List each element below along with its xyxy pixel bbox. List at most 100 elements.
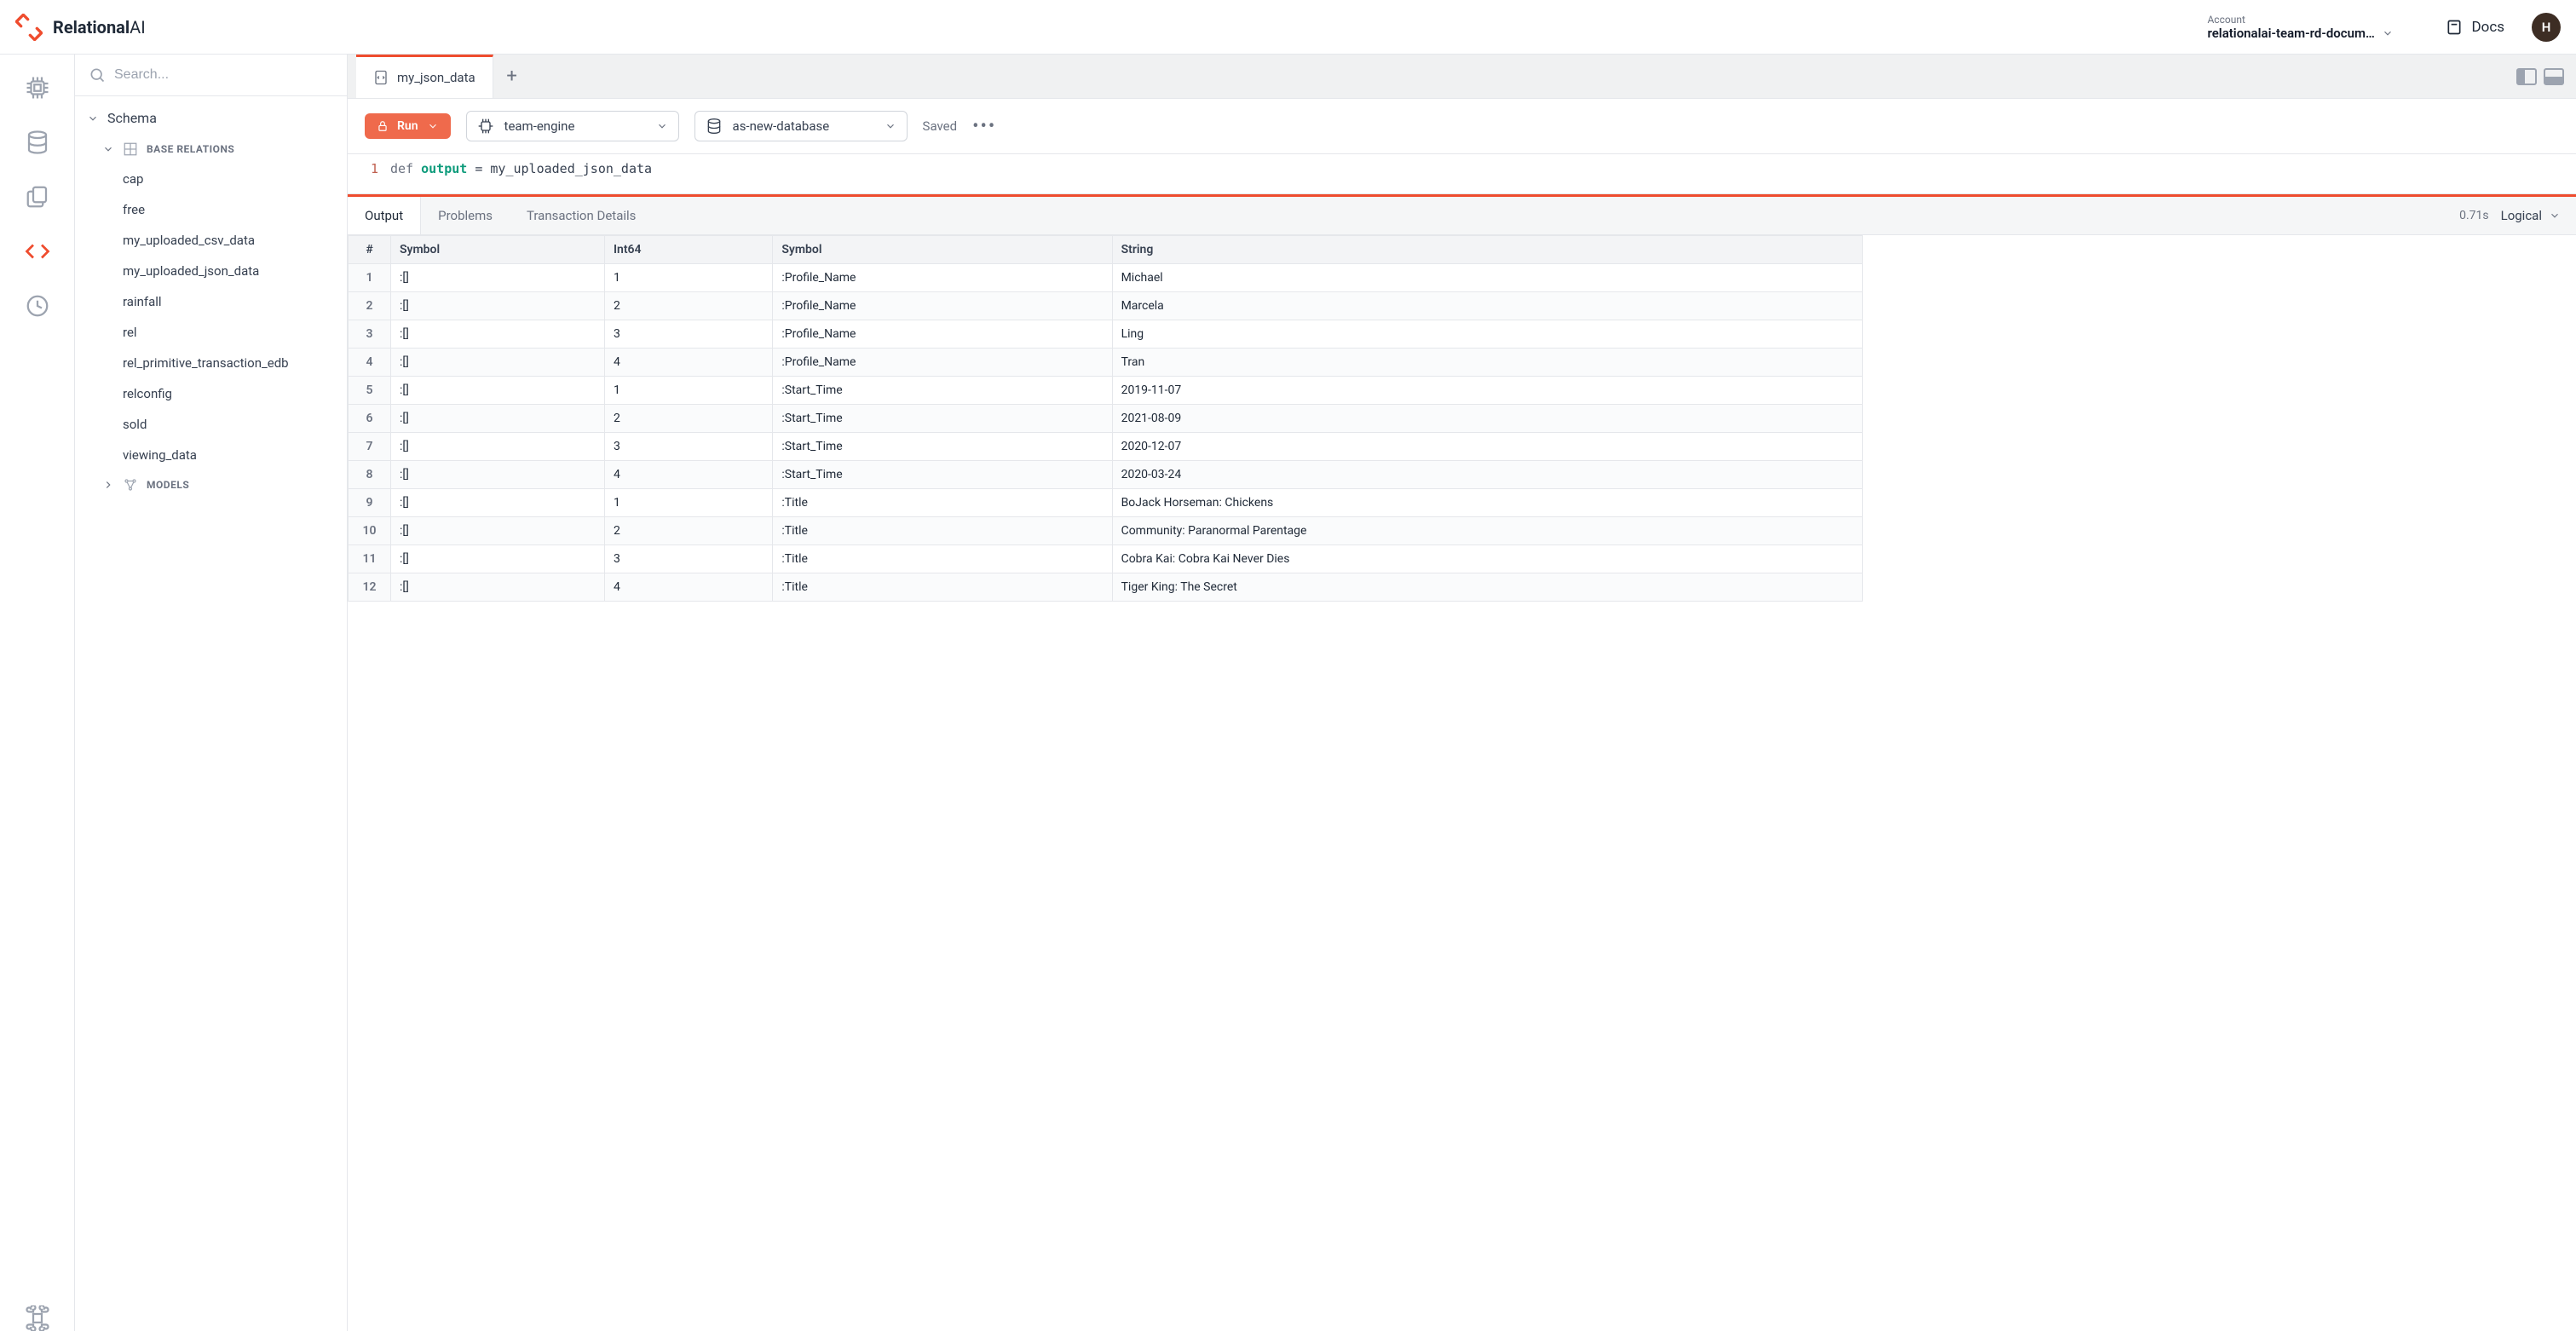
models-label: MODELS xyxy=(147,479,189,491)
code-editor[interactable]: 1 def output = my_uploaded_json_data xyxy=(348,154,2576,194)
table-cell: :Start_Time xyxy=(773,433,1112,461)
table-row[interactable]: 10:[]2:TitleCommunity: Paranormal Parent… xyxy=(349,517,1863,545)
table-cell: :[] xyxy=(391,292,605,320)
table-cell: :Title xyxy=(773,489,1112,517)
models-group[interactable]: MODELS xyxy=(75,470,347,499)
database-selector[interactable]: as-new-database xyxy=(694,111,908,141)
column-header: Int64 xyxy=(605,236,773,264)
table-row[interactable]: 5:[]1:Start_Time2019-11-07 xyxy=(349,377,1863,405)
history-icon[interactable] xyxy=(25,293,50,319)
base-relations-group[interactable]: BASE RELATIONS xyxy=(75,135,347,164)
docs-link[interactable]: Docs xyxy=(2446,19,2504,36)
table-row[interactable]: 12:[]4:TitleTiger King: The Secret xyxy=(349,573,1863,602)
table-cell: :[] xyxy=(391,433,605,461)
sidebar-item[interactable]: free xyxy=(75,194,347,225)
table-cell: :Title xyxy=(773,573,1112,602)
table-cell: 3 xyxy=(605,320,773,349)
file-tab[interactable]: my_json_data xyxy=(356,55,493,98)
table-row[interactable]: 6:[]2:Start_Time2021-08-09 xyxy=(349,405,1863,433)
table-cell: :[] xyxy=(391,377,605,405)
file-code-icon xyxy=(373,70,389,85)
top-bar: RelationalAI Account relationalai-team-r… xyxy=(0,0,2576,55)
schema-header[interactable]: Schema xyxy=(75,101,347,135)
table-cell: Michael xyxy=(1112,264,1863,292)
table-row[interactable]: 4:[]4:Profile_NameTran xyxy=(349,349,1863,377)
sidebar-item[interactable]: sold xyxy=(75,409,347,440)
table-cell: :[] xyxy=(391,489,605,517)
saved-status: Saved xyxy=(923,118,958,134)
account-selector[interactable]: Account relationalai-team-rd-docum… xyxy=(2207,14,2412,41)
brand-icon xyxy=(15,14,43,41)
sidebar-item[interactable]: cap xyxy=(75,164,347,194)
engine-selector[interactable]: team-engine xyxy=(466,111,679,141)
table-row[interactable]: 2:[]2:Profile_NameMarcela xyxy=(349,292,1863,320)
table-cell: 4 xyxy=(605,573,773,602)
engine-name: team-engine xyxy=(504,118,575,134)
table-row[interactable]: 1:[]1:Profile_NameMichael xyxy=(349,264,1863,292)
database-name: as-new-database xyxy=(733,118,830,134)
table-cell: 2021-08-09 xyxy=(1112,405,1863,433)
chevron-down-icon xyxy=(427,120,439,132)
sidebar-item[interactable]: relconfig xyxy=(75,378,347,409)
table-row[interactable]: 7:[]3:Start_Time2020-12-07 xyxy=(349,433,1863,461)
sidebar-item[interactable]: my_uploaded_json_data xyxy=(75,256,347,286)
sidebar-item[interactable]: rainfall xyxy=(75,286,347,317)
lock-icon xyxy=(377,120,389,132)
database-icon[interactable] xyxy=(25,130,50,155)
table-cell: 10 xyxy=(349,517,391,545)
brand-logo[interactable]: RelationalAI xyxy=(15,14,146,41)
sidebar-item[interactable]: rel_primitive_transaction_edb xyxy=(75,348,347,378)
table-cell: 3 xyxy=(349,320,391,349)
keyboard-shortcuts-icon[interactable] xyxy=(25,1305,50,1331)
table-cell: Marcela xyxy=(1112,292,1863,320)
table-cell: :Profile_Name xyxy=(773,292,1112,320)
table-cell: 1 xyxy=(605,489,773,517)
view-mode-selector[interactable]: Logical xyxy=(2501,208,2561,223)
table-row[interactable]: 9:[]1:TitleBoJack Horseman: Chickens xyxy=(349,489,1863,517)
icon-rail xyxy=(0,55,75,1331)
files-icon[interactable] xyxy=(25,184,50,210)
file-tabs: my_json_data + xyxy=(348,55,2576,99)
result-tabs: Output Problems Transaction Details 0.71… xyxy=(348,194,2576,235)
results-panel: #SymbolInt64SymbolString 1:[]1:Profile_N… xyxy=(348,235,2576,1331)
more-options-icon[interactable]: ••• xyxy=(972,116,996,137)
tab-problems[interactable]: Problems xyxy=(421,197,510,234)
run-button[interactable]: Run xyxy=(365,113,451,139)
table-cell: :Profile_Name xyxy=(773,264,1112,292)
table-cell: 2020-12-07 xyxy=(1112,433,1863,461)
search-input[interactable] xyxy=(114,67,333,83)
schema-tree: Schema BASE RELATIONS capfreemy_uploaded… xyxy=(75,96,347,1331)
sidebar-item[interactable]: viewing_data xyxy=(75,440,347,470)
table-row[interactable]: 11:[]3:TitleCobra Kai: Cobra Kai Never D… xyxy=(349,545,1863,573)
table-row[interactable]: 8:[]4:Start_Time2020-03-24 xyxy=(349,461,1863,489)
sidebar-item[interactable]: my_uploaded_csv_data xyxy=(75,225,347,256)
table-cell: :Start_Time xyxy=(773,377,1112,405)
table-cell: 7 xyxy=(349,433,391,461)
column-header: # xyxy=(349,236,391,264)
table-cell: :[] xyxy=(391,349,605,377)
tab-output[interactable]: Output xyxy=(348,197,421,234)
table-row[interactable]: 3:[]3:Profile_NameLing xyxy=(349,320,1863,349)
editor-area: my_json_data + Run team-engine as xyxy=(348,55,2576,1331)
table-cell: :[] xyxy=(391,320,605,349)
table-cell: :[] xyxy=(391,461,605,489)
code-icon[interactable] xyxy=(25,239,50,264)
table-cell: Tran xyxy=(1112,349,1863,377)
tab-transaction-details[interactable]: Transaction Details xyxy=(510,197,653,234)
search-box[interactable] xyxy=(75,55,347,96)
table-cell: :[] xyxy=(391,517,605,545)
table-cell: :Title xyxy=(773,517,1112,545)
engine-icon[interactable] xyxy=(25,75,50,101)
avatar[interactable]: H xyxy=(2532,13,2561,42)
schema-sidebar: Schema BASE RELATIONS capfreemy_uploaded… xyxy=(75,55,348,1331)
sidebar-item[interactable]: rel xyxy=(75,317,347,348)
chevron-down-icon xyxy=(2549,210,2561,222)
table-cell: 4 xyxy=(605,349,773,377)
table-cell: :Start_Time xyxy=(773,461,1112,489)
toggle-bottom-panel-icon[interactable] xyxy=(2544,68,2564,85)
query-time: 0.71s xyxy=(2459,209,2489,222)
add-tab-button[interactable]: + xyxy=(493,55,531,98)
column-header: Symbol xyxy=(773,236,1112,264)
table-cell: :[] xyxy=(391,573,605,602)
toggle-left-panel-icon[interactable] xyxy=(2516,68,2537,85)
